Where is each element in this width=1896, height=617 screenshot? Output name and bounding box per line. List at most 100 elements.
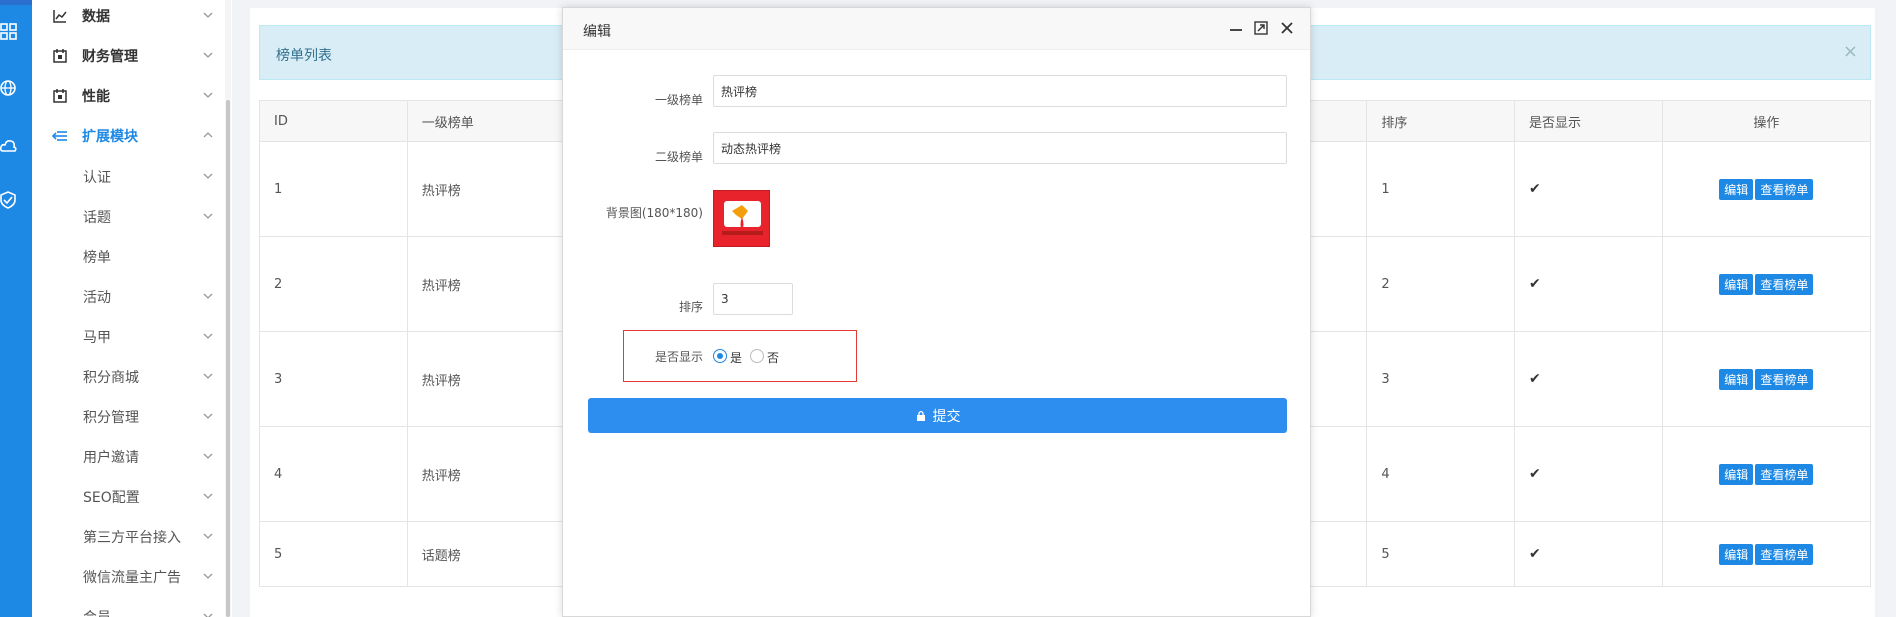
chevron-down-icon xyxy=(203,373,213,379)
close-icon[interactable]: × xyxy=(1843,41,1858,62)
icon-rail xyxy=(0,0,32,617)
minimize-icon[interactable] xyxy=(1228,20,1244,36)
menu-performance[interactable]: 性能 xyxy=(32,83,227,109)
close-icon[interactable] xyxy=(1279,20,1295,36)
sub-label: 用户邀请 xyxy=(83,450,139,466)
cell-visible: ✔ xyxy=(1514,236,1663,332)
view-ranking-button[interactable]: 查看榜单 xyxy=(1755,368,1814,390)
view-ranking-button[interactable]: 查看榜单 xyxy=(1755,273,1814,295)
chevron-down-icon xyxy=(203,613,213,617)
sub-label: SEO配置 xyxy=(83,490,140,506)
th-sort[interactable]: 排序 xyxy=(1366,100,1516,142)
visibility-label: 是否显示 xyxy=(654,350,703,364)
edit-button[interactable]: 编辑 xyxy=(1719,178,1754,200)
view-ranking-button[interactable]: 查看榜单 xyxy=(1755,463,1814,485)
sub-topic[interactable]: 话题 xyxy=(32,203,227,229)
sort-label: 排序 xyxy=(678,300,703,314)
visibility-no-radio[interactable] xyxy=(750,349,764,363)
sub-label: 话题 xyxy=(83,210,111,226)
sub-auth[interactable]: 认证 xyxy=(32,163,227,189)
modal-title: 编辑 xyxy=(583,24,611,40)
chart-line-icon xyxy=(53,10,67,23)
sub-label: 榜单 xyxy=(83,250,111,266)
sub-label: 积分管理 xyxy=(83,410,139,426)
chevron-down-icon xyxy=(203,533,213,539)
cell-id: 3 xyxy=(259,331,408,427)
cell-visible: ✔ xyxy=(1514,521,1663,587)
th-id[interactable]: ID xyxy=(259,100,408,142)
cloud-icon[interactable] xyxy=(0,137,18,155)
maximize-icon[interactable] xyxy=(1253,20,1269,36)
sub-third-party[interactable]: 第三方平台接入 xyxy=(32,523,227,549)
sub-label: 第三方平台接入 xyxy=(83,530,181,546)
sub-wechat-ads[interactable]: 微信流量主广告 xyxy=(32,563,227,589)
sub-points-mall[interactable]: 积分商城 xyxy=(32,363,227,389)
calendar-icon xyxy=(53,49,67,63)
chevron-down-icon xyxy=(203,52,213,58)
cell-id: 4 xyxy=(259,426,408,522)
sidebar: 数据 财务管理 性能 扩展模块 认证 话题 榜单 活动 马甲 积分商城 积分管理… xyxy=(32,0,227,617)
check-icon: ✔ xyxy=(1529,546,1541,562)
menu-label: 性能 xyxy=(82,89,110,105)
visibility-yes-radio[interactable] xyxy=(713,349,727,363)
visibility-no-label[interactable]: 否 xyxy=(767,349,779,366)
cell-sort: 5 xyxy=(1366,521,1516,587)
edit-button[interactable]: 编辑 xyxy=(1719,543,1754,565)
chevron-down-icon xyxy=(203,493,213,499)
chevron-down-icon xyxy=(203,333,213,339)
chevron-down-icon xyxy=(203,573,213,579)
modal-header[interactable]: 编辑 xyxy=(563,8,1310,50)
cell-id: 1 xyxy=(259,141,408,237)
level1-input[interactable] xyxy=(713,75,1287,107)
sort-input[interactable] xyxy=(713,283,793,315)
check-icon: ✔ xyxy=(1529,276,1541,292)
th-visible[interactable]: 是否显示 xyxy=(1514,100,1663,142)
view-ranking-button[interactable]: 查看榜单 xyxy=(1755,543,1814,565)
menu-label: 扩展模块 xyxy=(82,129,138,145)
sub-invite[interactable]: 用户邀请 xyxy=(32,443,227,469)
calendar-icon xyxy=(53,89,67,103)
cell-actions: 编辑 查看榜单 xyxy=(1661,521,1872,587)
sub-vest[interactable]: 马甲 xyxy=(32,323,227,349)
sub-member[interactable]: 会员 xyxy=(32,603,227,617)
chevron-down-icon xyxy=(203,92,213,98)
sub-label: 积分商城 xyxy=(83,370,139,386)
sub-points-manage[interactable]: 积分管理 xyxy=(32,403,227,429)
cell-visible: ✔ xyxy=(1514,141,1663,237)
edit-button[interactable]: 编辑 xyxy=(1719,273,1754,295)
submit-button[interactable]: 提交 xyxy=(588,398,1287,433)
cell-sort: 4 xyxy=(1366,426,1516,522)
sliders-icon xyxy=(52,131,67,141)
background-image-graphic xyxy=(722,201,763,235)
background-image-thumbnail[interactable] xyxy=(713,190,770,247)
chevron-down-icon xyxy=(203,453,213,459)
view-ranking-button[interactable]: 查看榜单 xyxy=(1755,178,1814,200)
chevron-down-icon xyxy=(203,12,213,18)
sub-ranking[interactable]: 榜单 xyxy=(32,243,227,269)
cell-sort: 3 xyxy=(1366,331,1516,427)
menu-finance[interactable]: 财务管理 xyxy=(32,43,227,69)
chevron-down-icon xyxy=(203,293,213,299)
edit-button[interactable]: 编辑 xyxy=(1719,368,1754,390)
shield-check-icon[interactable] xyxy=(0,191,18,209)
submit-label: 提交 xyxy=(932,408,961,425)
edit-button[interactable]: 编辑 xyxy=(1719,463,1754,485)
sub-label: 马甲 xyxy=(83,330,111,346)
level2-label: 二级榜单 xyxy=(654,150,703,164)
visibility-yes-label[interactable]: 是 xyxy=(730,349,742,366)
sub-seo[interactable]: SEO配置 xyxy=(32,483,227,509)
lock-icon xyxy=(916,410,925,421)
sidebar-scrollbar-thumb[interactable] xyxy=(226,100,230,617)
sub-label: 认证 xyxy=(83,170,111,186)
check-icon: ✔ xyxy=(1529,181,1541,197)
menu-data[interactable]: 数据 xyxy=(32,3,227,29)
menu-label: 数据 xyxy=(82,9,110,25)
grid-icon[interactable] xyxy=(0,22,18,40)
sub-label: 活动 xyxy=(83,290,111,306)
cell-actions: 编辑 查看榜单 xyxy=(1661,331,1872,427)
level2-input[interactable] xyxy=(713,132,1287,164)
globe-icon[interactable] xyxy=(0,79,18,97)
cell-sort: 2 xyxy=(1366,236,1516,332)
menu-extension[interactable]: 扩展模块 xyxy=(32,123,227,149)
sub-activity[interactable]: 活动 xyxy=(32,283,227,309)
